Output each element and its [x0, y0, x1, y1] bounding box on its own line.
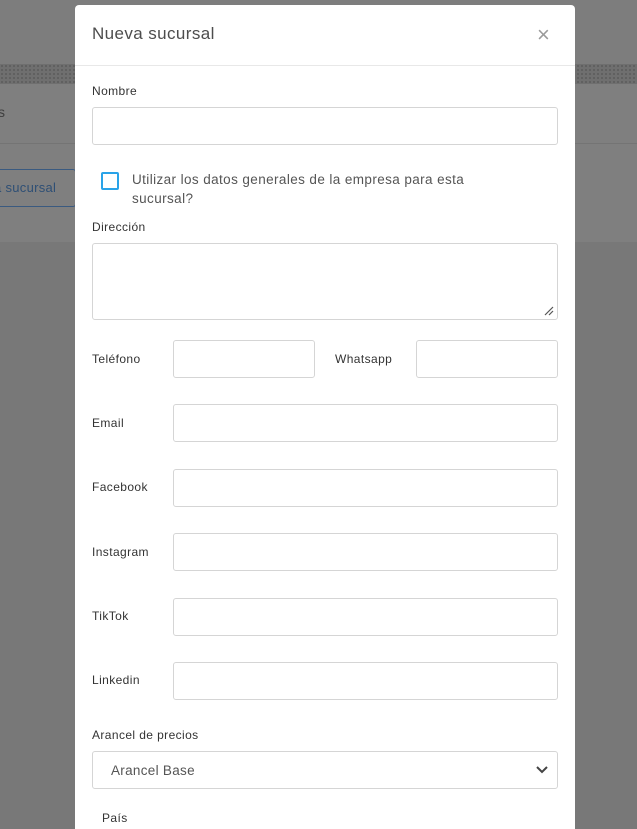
- nombre-label: Nombre: [92, 84, 138, 98]
- tiktok-input[interactable]: [173, 598, 558, 636]
- nombre-input[interactable]: [92, 107, 558, 145]
- facebook-label: Facebook: [92, 480, 148, 494]
- use-company-data-label: Utilizar los datos generales de la empre…: [132, 172, 465, 206]
- use-company-data-checkbox[interactable]: [101, 172, 119, 190]
- direccion-label: Dirección: [92, 220, 146, 234]
- whatsapp-input[interactable]: [416, 340, 558, 378]
- email-input[interactable]: [173, 404, 558, 442]
- add-branch-button: a sucursal: [0, 169, 76, 207]
- arancel-label: Arancel de precios: [92, 728, 199, 742]
- instagram-label: Instagram: [92, 545, 149, 559]
- modal-title: Nueva sucursal: [92, 24, 215, 43]
- linkedin-input[interactable]: [173, 662, 558, 700]
- whatsapp-label: Whatsapp: [335, 352, 393, 366]
- modal-header: Nueva sucursal ×: [75, 5, 575, 66]
- direccion-textarea[interactable]: [92, 243, 558, 320]
- telefono-input[interactable]: [173, 340, 315, 378]
- pais-label: País: [102, 811, 128, 825]
- email-label: Email: [92, 416, 125, 430]
- facebook-input[interactable]: [173, 469, 558, 507]
- linkedin-label: Linkedin: [92, 673, 140, 687]
- background-breadcrumb: s: [0, 104, 5, 120]
- new-branch-modal: Nueva sucursal × Nombre Utilizar los dat…: [75, 5, 575, 829]
- arancel-select[interactable]: Arancel Base: [92, 751, 558, 789]
- tiktok-label: TikTok: [92, 609, 129, 623]
- instagram-input[interactable]: [173, 533, 558, 571]
- chevron-down-icon: [536, 766, 548, 774]
- telefono-label: Teléfono: [92, 352, 141, 366]
- close-icon[interactable]: ×: [537, 23, 550, 47]
- resize-grip-icon[interactable]: [544, 306, 554, 316]
- arancel-selected-value: Arancel Base: [111, 763, 195, 778]
